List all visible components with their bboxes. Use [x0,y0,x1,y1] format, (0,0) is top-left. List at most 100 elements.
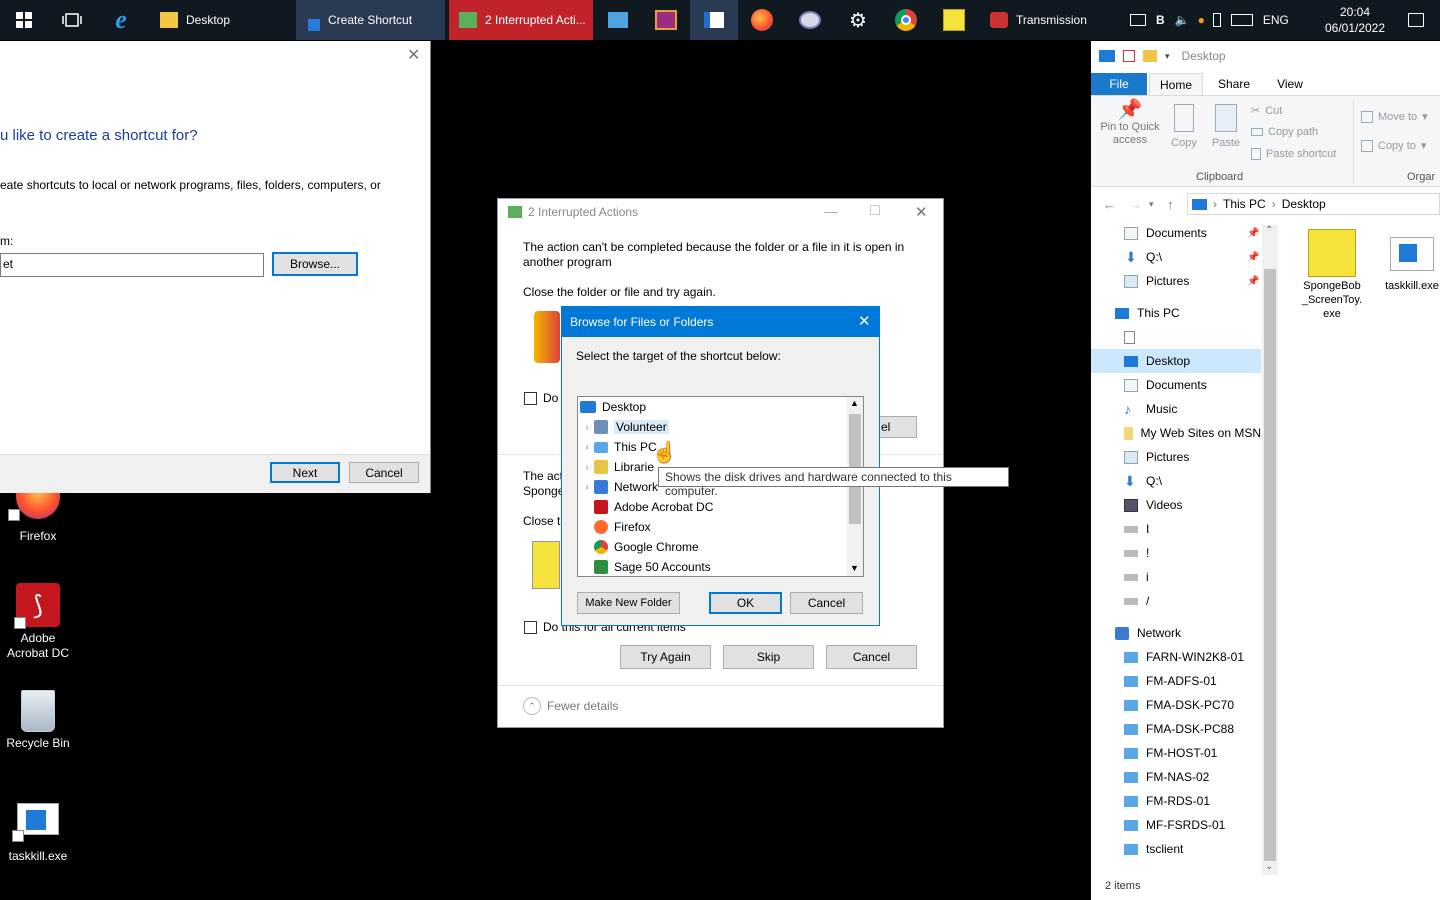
nav-item-drive-2[interactable]: ! [1091,541,1261,565]
nav-item-computer[interactable]: MF-FSRDS-01 [1091,813,1261,837]
pin-icon[interactable]: 📌 [1247,252,1259,263]
tree-item-network[interactable]: › Network [580,477,658,497]
nav-item-computer[interactable]: FM-RDS-01 [1091,789,1261,813]
close-icon[interactable]: ✕ [858,312,871,330]
nav-item-computer[interactable]: FMA-DSK-PC70 [1091,693,1261,717]
spongebob-button[interactable] [930,0,978,40]
fewer-details-toggle[interactable]: ⌃ Fewer details [523,697,618,715]
close-icon[interactable]: ✕ [407,45,420,65]
nav-item-drive-1[interactable]: I [1091,517,1261,541]
nav-item-network[interactable]: Network [1091,621,1261,645]
nav-item-web-sites-msn[interactable]: My Web Sites on MSN [1091,421,1261,445]
browse-cancel-button[interactable]: Cancel [790,592,863,614]
copy-path-button[interactable]: Copy path [1251,126,1318,138]
scroll-down-icon[interactable]: ⌄ [1265,861,1273,872]
tab-share[interactable]: Share [1207,73,1261,95]
address-bar[interactable]: › This PC › Desktop [1187,193,1440,215]
nav-scrollbar[interactable]: ⌃ ⌄ [1262,225,1278,875]
bluetooth-indicator[interactable]: B [1156,13,1165,27]
desktop-icon-taskkill[interactable]: taskkill.exe [0,803,76,864]
tab-view[interactable]: View [1263,73,1317,95]
tree-item-desktop[interactable]: Desktop [580,397,646,417]
start-button[interactable] [0,0,48,40]
properties-icon[interactable] [1123,50,1135,62]
desktop-icon-recycle-bin[interactable]: Recycle Bin [0,690,76,751]
nav-item-computer[interactable]: FM-NAS-02 [1091,765,1261,789]
paste-button[interactable]: Paste [1209,104,1243,149]
skip-button[interactable]: Skip [723,645,814,669]
nav-item-videos[interactable]: Videos [1091,493,1261,517]
task-view-button[interactable] [48,0,96,40]
copy-button[interactable]: Copy [1169,104,1199,149]
do-checkbox-partial[interactable]: Do [524,391,558,405]
browse-button[interactable]: Browse... [272,252,358,276]
maximize-icon[interactable] [870,205,880,215]
tray-app-icon[interactable]: ● [1198,13,1205,27]
tree-item-this-pc[interactable]: › This PC [580,437,656,457]
pin-icon[interactable]: 📌 [1247,276,1259,287]
settings-button[interactable]: ⚙ [834,0,882,40]
chevron-right-icon[interactable]: › [580,482,594,493]
scroll-thumb[interactable] [1264,269,1276,861]
tree-item-sage[interactable]: Sage 50 Accounts [594,557,711,576]
desktop-icon-firefox[interactable]: Firefox [0,493,76,544]
ie-button[interactable]: e [97,0,145,40]
move-to-button[interactable]: Move to ▾ [1361,110,1428,123]
back-arrow-icon[interactable]: ← [1103,197,1123,212]
action-center-button[interactable] [1392,0,1440,40]
tab-file[interactable]: File [1091,73,1147,95]
minimize-icon[interactable]: — [824,203,838,219]
copy-to-button[interactable]: Copy to ▾ [1361,139,1426,152]
control-panel-button[interactable] [594,0,642,40]
battery-icon[interactable] [1212,13,1221,27]
volume-icon[interactable]: 🔈 [1175,13,1190,27]
nav-item-pictures[interactable]: Pictures [1091,445,1261,469]
interrupt-cancel-button[interactable]: Cancel [826,645,917,669]
language-indicator[interactable]: ENG [1263,13,1289,27]
nav-item-computer[interactable]: FM-HOST-01 [1091,741,1261,765]
scroll-down-icon[interactable]: ▼ [850,563,859,573]
location-input[interactable]: et [0,253,264,277]
network-icon[interactable] [1130,14,1146,26]
chevron-down-icon[interactable]: ▾ [1165,51,1170,62]
taskbar-transmission-button[interactable]: Transmission [980,0,1110,40]
chevron-right-icon[interactable]: › [580,462,594,473]
nav-item-drive-4[interactable]: / [1091,589,1261,613]
checkbox[interactable] [524,391,537,405]
tree-item-chrome[interactable]: Google Chrome [594,537,699,557]
nav-item-drive-3[interactable]: i [1091,565,1261,589]
keyboard-icon[interactable] [1230,14,1253,26]
desktop-icon-adobe-acrobat[interactable]: ⟆ Adobe Acrobat DC [0,583,76,661]
close-icon[interactable]: ✕ [915,203,928,221]
firefox-button[interactable] [738,0,786,40]
nav-item-computer[interactable]: FARN-WIN2K8-01 [1091,645,1261,669]
taskbar-create-shortcut-button[interactable]: Create Shortcut [296,0,445,40]
nav-item-computer[interactable]: FMA-DSK-PC88 [1091,717,1261,741]
nav-item-music[interactable]: ♪ Music [1091,397,1261,421]
new-folder-icon[interactable] [1143,50,1157,62]
nav-item-pictures-quick[interactable]: Pictures 📌 [1091,269,1261,293]
clock[interactable]: 20:04 06/01/2022 [1320,4,1390,36]
taskbar-desktop-button[interactable]: Desktop [150,0,294,40]
paste-shortcut-button[interactable]: Paste shortcut [1251,148,1336,160]
nav-item-desktop[interactable]: Desktop [1091,349,1261,373]
tree-item-firefox[interactable]: Firefox [594,517,651,537]
next-button[interactable]: Next [270,462,340,483]
tab-home[interactable]: Home [1149,73,1203,95]
nav-item-this-pc[interactable]: This PC [1091,301,1261,325]
checkbox[interactable] [524,620,537,634]
tree-item-libraries[interactable]: › Librarie [580,457,654,477]
nav-item-q-drive-quick[interactable]: ⬇ Q:\ 📌 [1091,245,1261,269]
nav-item-q-drive[interactable]: ⬇ Q:\ [1091,469,1261,493]
recent-dropdown-icon[interactable]: ▾ [1149,199,1163,210]
forward-arrow-icon[interactable]: → [1129,197,1149,212]
nav-item-documents-quick[interactable]: Documents 📌 [1091,221,1261,245]
nav-item-documents[interactable]: Documents [1091,373,1261,397]
pin-icon[interactable]: 📌 [1247,228,1259,239]
chevron-right-icon[interactable]: › [580,422,594,433]
file-item-spongebob[interactable]: SpongeBob _ScreenToy. exe [1297,229,1367,321]
scroll-up-icon[interactable]: ⌃ [1265,225,1273,236]
taskbar-interrupted-actions-button[interactable]: 2 Interrupted Acti... [449,0,593,40]
scroll-up-icon[interactable]: ▲ [850,398,859,408]
wizard-cancel-button[interactable]: Cancel [349,462,419,483]
